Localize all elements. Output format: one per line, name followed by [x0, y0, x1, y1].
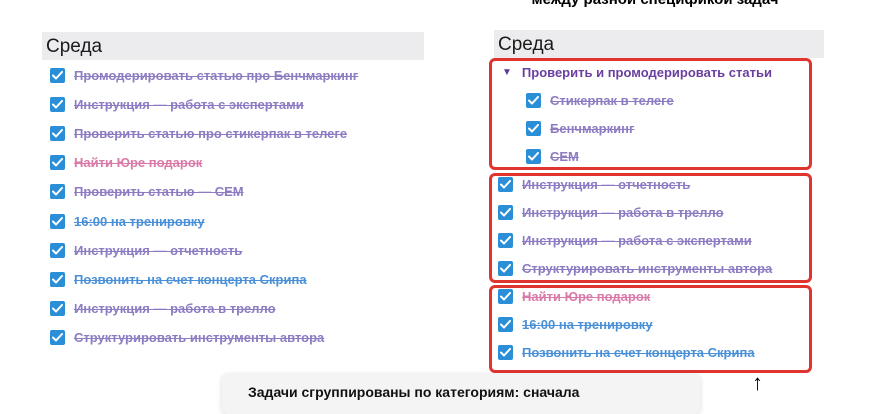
bottom-note: Задачи сгруппированы по категориям: снач… [222, 374, 700, 414]
task-item[interactable]: Инструкция — работа с экспертами [498, 230, 752, 250]
task-item[interactable]: Найти Юре подарок [498, 286, 650, 306]
task-item[interactable]: Инструкция — работа в трелло [50, 299, 276, 319]
task-item[interactable]: Бенчмаркинг [526, 118, 634, 138]
task-label: Найти Юре подарок [522, 288, 651, 304]
task-item[interactable]: Проверить статью — CEM [50, 182, 244, 202]
task-item[interactable]: Промодерировать статью про Бенчмаркинг [50, 65, 358, 85]
checkbox-checked-icon[interactable] [50, 96, 65, 112]
top-caption: между разной спецификой задач [440, 0, 870, 8]
task-label: Проверить статью — CEM [74, 184, 244, 200]
task-label: Найти Юре подарок [74, 155, 203, 171]
task-item[interactable]: Инструкция — отчетность [50, 240, 242, 260]
checkbox-checked-icon[interactable] [498, 316, 513, 332]
task-label: Инструкция — работа с экспертами [522, 232, 752, 248]
task-item[interactable]: Структурировать инструменты автора [498, 258, 772, 278]
checkbox-checked-icon[interactable] [498, 232, 513, 248]
checkbox-checked-icon[interactable] [50, 330, 65, 346]
task-label: Структурировать инструменты автора [522, 260, 773, 276]
checkbox-checked-icon[interactable] [498, 344, 513, 360]
checkbox-checked-icon[interactable] [498, 288, 513, 304]
checkbox-checked-icon[interactable] [50, 301, 65, 317]
task-item[interactable]: Позвонить на счет концерта Скрипа [50, 269, 307, 289]
task-label: Инструкция — работа с экспертами [74, 96, 304, 112]
task-label: 16:00 на тренировку [74, 213, 205, 229]
task-label: Инструкция — работа в трелло [74, 301, 276, 317]
checkbox-checked-icon[interactable] [50, 155, 65, 171]
task-label: Позвонить на счет концерта Скрипа [522, 344, 755, 360]
checkbox-checked-icon[interactable] [498, 204, 513, 220]
parent-task-label: Проверить и промодерировать статьи [521, 64, 772, 80]
checkbox-checked-icon[interactable] [50, 184, 65, 200]
task-label: 16:00 на тренировку [522, 316, 653, 332]
arrow-up-icon: ↑ [752, 370, 763, 395]
checkbox-checked-icon[interactable] [50, 242, 65, 258]
checkbox-checked-icon[interactable] [526, 148, 541, 164]
checkbox-checked-icon[interactable] [50, 213, 65, 229]
task-label: Позвонить на счет концерта Скрипа [74, 271, 307, 287]
checkbox-checked-icon[interactable] [50, 125, 65, 141]
task-label: Инструкция — отчетность [522, 176, 691, 192]
checkbox-checked-icon[interactable] [498, 176, 513, 192]
right-column-header: Среда [494, 30, 824, 58]
task-item[interactable]: 16:00 на тренировку [50, 211, 205, 231]
task-item[interactable]: Позвонить на счет концерта Скрипа [498, 342, 755, 362]
task-item[interactable]: Стикерпак в телеге [526, 90, 674, 110]
task-label: Бенчмаркинг [550, 120, 635, 136]
task-label: Структурировать инструменты автора [74, 330, 325, 346]
task-label: Проверить статью про стикерпак в телеге [74, 125, 348, 141]
checkbox-checked-icon[interactable] [526, 92, 541, 108]
task-item[interactable]: Структурировать инструменты автора [50, 328, 324, 348]
parent-task-articles[interactable]: ▼ Проверить и промодерировать статьи [502, 62, 772, 82]
task-label: CEM [550, 148, 579, 164]
checkbox-checked-icon[interactable] [526, 120, 541, 136]
triangle-down-icon[interactable]: ▼ [502, 67, 512, 78]
checkbox-checked-icon[interactable] [50, 271, 65, 287]
task-item[interactable]: Инструкция — работа в трелло [498, 202, 724, 222]
task-item[interactable]: Инструкция — отчетность [498, 174, 690, 194]
task-label: Инструкция — отчетность [74, 242, 243, 258]
left-column-header: Среда [42, 32, 424, 60]
task-label: Стикерпак в телеге [550, 92, 674, 108]
task-item[interactable]: CEM [526, 146, 579, 166]
task-item[interactable]: Проверить статью про стикерпак в телеге [50, 123, 347, 143]
task-item[interactable]: 16:00 на тренировку [498, 314, 653, 334]
checkbox-checked-icon[interactable] [50, 67, 65, 83]
task-label: Промодерировать статью про Бенчмаркинг [74, 67, 359, 83]
task-label: Инструкция — работа в трелло [522, 204, 724, 220]
checkbox-checked-icon[interactable] [498, 260, 513, 276]
task-item[interactable]: Инструкция — работа с экспертами [50, 94, 304, 114]
task-item[interactable]: Найти Юре подарок [50, 153, 202, 173]
